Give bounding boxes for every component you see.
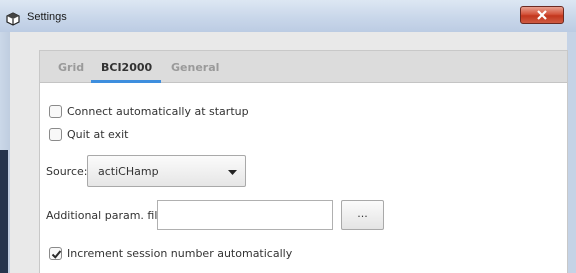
active-tab-indicator xyxy=(91,80,161,83)
tab-bar: Grid BCI2000 General xyxy=(40,51,567,83)
source-label: Source: xyxy=(46,165,88,178)
window-title: Settings xyxy=(27,11,67,23)
tab-grid[interactable]: Grid xyxy=(58,61,84,74)
settings-app-icon xyxy=(6,12,20,26)
settings-window: Settings Grid BCI2000 General Connect au… xyxy=(0,0,576,273)
source-selected-value: actiCHamp xyxy=(98,165,159,178)
dropdown-arrow-icon xyxy=(228,170,237,175)
title-bar[interactable]: Settings xyxy=(0,0,576,32)
param-file-input[interactable] xyxy=(157,200,333,230)
tab-general[interactable]: General xyxy=(171,61,219,74)
checkmark-icon xyxy=(51,250,62,259)
quit-at-exit-label: Quit at exit xyxy=(67,128,129,141)
source-dropdown[interactable]: actiCHamp xyxy=(87,155,246,187)
window-right-border xyxy=(567,32,576,273)
tab-bci2000[interactable]: BCI2000 xyxy=(101,61,152,74)
connect-auto-label: Connect automatically at startup xyxy=(67,105,249,118)
param-file-label: Additional param. file: xyxy=(46,209,168,222)
dialog-content: Grid BCI2000 General xyxy=(10,32,568,273)
increment-session-label: Increment session number automatically xyxy=(67,247,293,260)
connect-auto-checkbox[interactable] xyxy=(49,105,62,118)
increment-session-checkbox[interactable] xyxy=(49,247,62,260)
background-window-edge xyxy=(0,150,8,273)
close-button[interactable] xyxy=(520,6,564,24)
browse-button[interactable]: ... xyxy=(341,200,384,230)
close-icon xyxy=(537,10,547,20)
quit-at-exit-checkbox[interactable] xyxy=(49,128,62,141)
